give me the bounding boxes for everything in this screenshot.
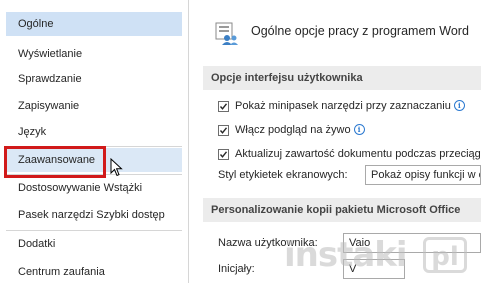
live-preview-checkbox[interactable] bbox=[218, 125, 229, 136]
live-preview-option-label: Włącz podgląd na żywo i bbox=[235, 121, 365, 139]
sidebar-divider bbox=[6, 230, 182, 231]
sidebar-item-language[interactable]: Język bbox=[6, 120, 182, 144]
highlight-annotation-box bbox=[4, 146, 106, 178]
update-while-dragging-label: Aktualizuj zawartość dokumentu podczas p… bbox=[235, 148, 481, 160]
username-input[interactable]: Vaio bbox=[343, 233, 481, 253]
sidebar-item-proofing[interactable]: Sprawdzanie bbox=[6, 67, 182, 91]
sidebar-item-add-ins[interactable]: Dodatki bbox=[6, 232, 182, 256]
minitoolbar-option-label: Pokaż minipasek narzędzi przy zaznaczani… bbox=[235, 97, 465, 115]
screentip-style-dropdown[interactable]: Pokaż opisy funkcji w etykietkach ekrano… bbox=[365, 165, 481, 185]
username-label: Nazwa użytkownika: bbox=[218, 237, 318, 249]
sidebar-item-display[interactable]: Wyświetlanie bbox=[6, 42, 182, 66]
checkmark-icon bbox=[219, 127, 228, 134]
minitoolbar-option-text: Pokaż minipasek narzędzi przy zaznaczani… bbox=[235, 100, 451, 112]
initials-label: Inicjały: bbox=[218, 263, 255, 275]
initials-input[interactable]: V bbox=[343, 259, 405, 279]
info-icon[interactable]: i bbox=[353, 124, 365, 135]
sidebar-item-trust-center[interactable]: Centrum zaufania bbox=[6, 260, 182, 284]
general-options-icon bbox=[215, 22, 238, 45]
sidebar-item-save[interactable]: Zapisywanie bbox=[6, 94, 182, 118]
screentip-style-label: Styl etykietek ekranowych: bbox=[218, 169, 348, 181]
sidebar-item-general[interactable]: Ogólne bbox=[6, 12, 182, 36]
info-icon[interactable]: i bbox=[453, 100, 465, 111]
sidebar-item-customize-ribbon[interactable]: Dostosowywanie Wstążki bbox=[6, 176, 182, 200]
options-main-panel: Ogólne opcje pracy z programem Word Opcj… bbox=[189, 0, 481, 283]
checkmark-icon bbox=[219, 103, 228, 110]
section-heading-ui-options: Opcje interfejsu użytkownika bbox=[203, 66, 481, 90]
options-sidebar: Ogólne Wyświetlanie Sprawdzanie Zapisywa… bbox=[0, 0, 189, 283]
minitoolbar-checkbox[interactable] bbox=[218, 101, 229, 112]
page-title: Ogólne opcje pracy z programem Word bbox=[251, 24, 469, 38]
update-while-dragging-checkbox[interactable] bbox=[218, 149, 229, 160]
mouse-pointer-icon bbox=[110, 158, 123, 177]
section-heading-personalize: Personalizowanie kopii pakietu Microsoft… bbox=[203, 198, 481, 222]
sidebar-item-quick-access-toolbar[interactable]: Pasek narzędzi Szybki dostęp bbox=[6, 203, 182, 227]
checkmark-icon bbox=[219, 151, 228, 158]
live-preview-option-text: Włącz podgląd na żywo bbox=[235, 124, 351, 136]
